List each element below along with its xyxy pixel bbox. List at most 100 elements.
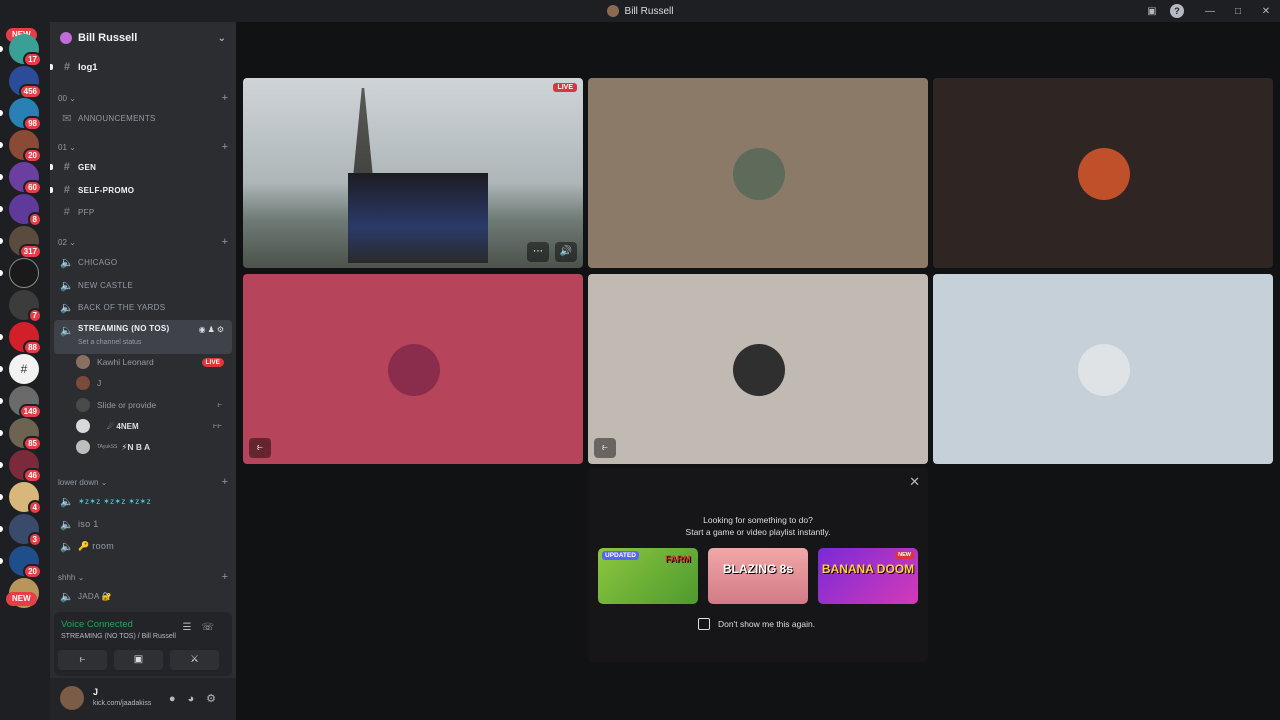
channel-sidebar: Bill Russell ⌄ # log1 00 ⌄ + ✉ ANNOUNCEMENT…	[50, 22, 236, 720]
avatar	[76, 440, 90, 454]
participant-tile[interactable]	[933, 274, 1273, 464]
hash-icon: #	[63, 161, 71, 173]
category-lower-down[interactable]: lower down ⌄ +	[58, 475, 228, 489]
category-00[interactable]: 00 ⌄ +	[58, 91, 228, 105]
window-controls: ▣ ? — □ ✕	[1138, 0, 1280, 22]
channel-jada[interactable]: 🔈 JADA 🔐	[54, 586, 232, 606]
channel-status[interactable]: Set a channel status	[78, 339, 141, 346]
gear-icon[interactable]: ⚙	[217, 325, 226, 334]
voice-connected-panel: Voice Connected STREAMING (NO TOS) / Bil…	[54, 612, 232, 676]
voice-connected-channel[interactable]: STREAMING (NO TOS) / Bill Russell	[61, 633, 176, 640]
invite-icon[interactable]: ♟	[208, 325, 217, 334]
username: J	[93, 687, 99, 697]
channel-streaming[interactable]: 🔈 STREAMING (NO TOS) Set a channel status…	[54, 320, 232, 354]
game-card-blazing-8s[interactable]: BLAZING 8s	[708, 548, 808, 604]
dont-show-again[interactable]: Don't show me this again.	[698, 618, 815, 630]
live-badge: LIVE	[201, 357, 224, 367]
activity-button[interactable]: ⚔	[170, 650, 219, 670]
channel-room[interactable]: 🔈 🔑 room	[54, 536, 232, 556]
server-icon[interactable]	[9, 258, 39, 288]
server-badge: 317	[18, 244, 42, 259]
settings-gear-icon[interactable]: ⚙	[206, 693, 228, 705]
channel-tools: ◉♟⚙	[199, 325, 226, 334]
guild-header[interactable]: Bill Russell ⌄	[50, 22, 236, 54]
participant-tile[interactable]: ⥼	[588, 274, 928, 464]
channel-self-promo[interactable]: # SELF-PROMO	[50, 180, 232, 200]
hash-icon: #	[63, 206, 71, 218]
server-badge: 149	[18, 404, 42, 419]
camera-off-button[interactable]: ⥼	[58, 650, 107, 670]
server-badge: 20	[23, 148, 42, 163]
channel-chicago[interactable]: 🔈 CHICAGO	[54, 252, 232, 272]
new-pill-bottom[interactable]: NEW	[6, 592, 37, 606]
video-off-icon: ⥼	[594, 438, 616, 458]
stream-tile-live[interactable]: LIVE ⋯ 🔊	[243, 78, 583, 268]
screen-share-button[interactable]: ▣	[114, 650, 163, 670]
avatar	[733, 344, 785, 396]
server-icon[interactable]: #	[9, 354, 39, 384]
game-card-farm[interactable]: UPDATED FARM	[598, 548, 698, 604]
add-channel-icon[interactable]: +	[222, 476, 228, 488]
voice-user[interactable]: ☄ 4NEM ⥼⥼	[76, 416, 228, 436]
voice-user[interactable]: J	[76, 373, 228, 393]
channel-new-castle[interactable]: 🔈 NEW CASTLE	[54, 275, 232, 295]
disconnect-icon[interactable]: ☏	[201, 622, 224, 633]
category-01[interactable]: 01 ⌄ +	[58, 140, 228, 154]
speaker-icon: 🔈	[60, 590, 74, 603]
channel-gen[interactable]: # GEN	[50, 157, 232, 177]
people-image	[348, 173, 488, 263]
add-channel-icon[interactable]: +	[222, 571, 228, 583]
channel-pfp[interactable]: # PFP	[54, 202, 232, 222]
participant-tile[interactable]	[588, 78, 928, 268]
add-channel-icon[interactable]: +	[222, 141, 228, 153]
guild-name: Bill Russell	[78, 32, 138, 44]
category-shhh[interactable]: shhh ⌄ +	[58, 570, 228, 584]
close-window-button[interactable]: ✕	[1252, 6, 1280, 17]
participant-tile[interactable]	[933, 78, 1273, 268]
inbox-icon[interactable]: ▣	[1138, 6, 1166, 17]
server-badge: 456	[18, 84, 42, 99]
channel-zzz[interactable]: 🔈 ✶z✶z ✶z✶z ✶z✶z	[54, 491, 232, 511]
noise-suppression-icon[interactable]: ☰	[183, 622, 202, 633]
channel-log1[interactable]: # log1	[50, 57, 232, 77]
server-badge: 8	[27, 212, 42, 227]
voice-connected-title[interactable]: Voice Connected	[61, 619, 133, 630]
volume-icon[interactable]: 🔊	[555, 242, 577, 262]
channel-back-of-the-yards[interactable]: 🔈 BACK OF THE YARDS	[54, 297, 232, 317]
window-title: Bill Russell	[624, 5, 674, 17]
checkbox[interactable]	[698, 618, 710, 630]
boost-icon	[60, 32, 72, 44]
voice-stage: LIVE ⋯ 🔊 ⥼ ⥼ ✕ Looking for something to …	[236, 22, 1280, 720]
minimize-button[interactable]: —	[1196, 6, 1224, 17]
help-icon[interactable]: ?	[1170, 4, 1184, 18]
new-badge: NEW	[895, 551, 914, 559]
activity-suggestion-panel: ✕ Looking for something to do? Start a g…	[588, 468, 928, 662]
avatar	[1078, 344, 1130, 396]
megaphone-icon: ✉	[62, 112, 72, 125]
server-badge: 46	[23, 468, 42, 483]
hash-icon: #	[63, 61, 71, 73]
voice-user[interactable]: Kawhi Leonard LIVE	[76, 352, 228, 372]
more-options-icon[interactable]: ⋯	[527, 242, 549, 262]
speaker-icon: 🔈	[60, 279, 74, 292]
maximize-button[interactable]: □	[1224, 6, 1252, 17]
headphones-icon[interactable]: ◕	[187, 693, 206, 705]
close-icon[interactable]: ✕	[909, 474, 920, 490]
add-channel-icon[interactable]: +	[222, 236, 228, 248]
channel-announcements[interactable]: ✉ ANNOUNCEMENTS	[54, 108, 232, 128]
avatar	[76, 376, 90, 390]
server-badge: 7	[27, 308, 42, 323]
add-channel-icon[interactable]: +	[222, 92, 228, 104]
voice-user[interactable]: TAyukSS ⚡N B A	[76, 437, 228, 457]
participant-tile[interactable]: ⥼	[243, 274, 583, 464]
live-badge: LIVE	[553, 83, 577, 92]
avatar	[76, 419, 90, 433]
avatar[interactable]	[60, 686, 84, 710]
category-02[interactable]: 02 ⌄ +	[58, 235, 228, 249]
chat-icon[interactable]: ◉	[199, 325, 208, 334]
channel-iso-1[interactable]: 🔈 iso 1	[54, 514, 232, 534]
game-card-banana-doom[interactable]: NEW BANANA DOOM	[818, 548, 918, 604]
voice-user[interactable]: Slide or provide ⥼	[76, 395, 228, 415]
microphone-icon[interactable]: ●	[169, 693, 188, 705]
mute-icons: ⥼⥼	[212, 421, 222, 430]
